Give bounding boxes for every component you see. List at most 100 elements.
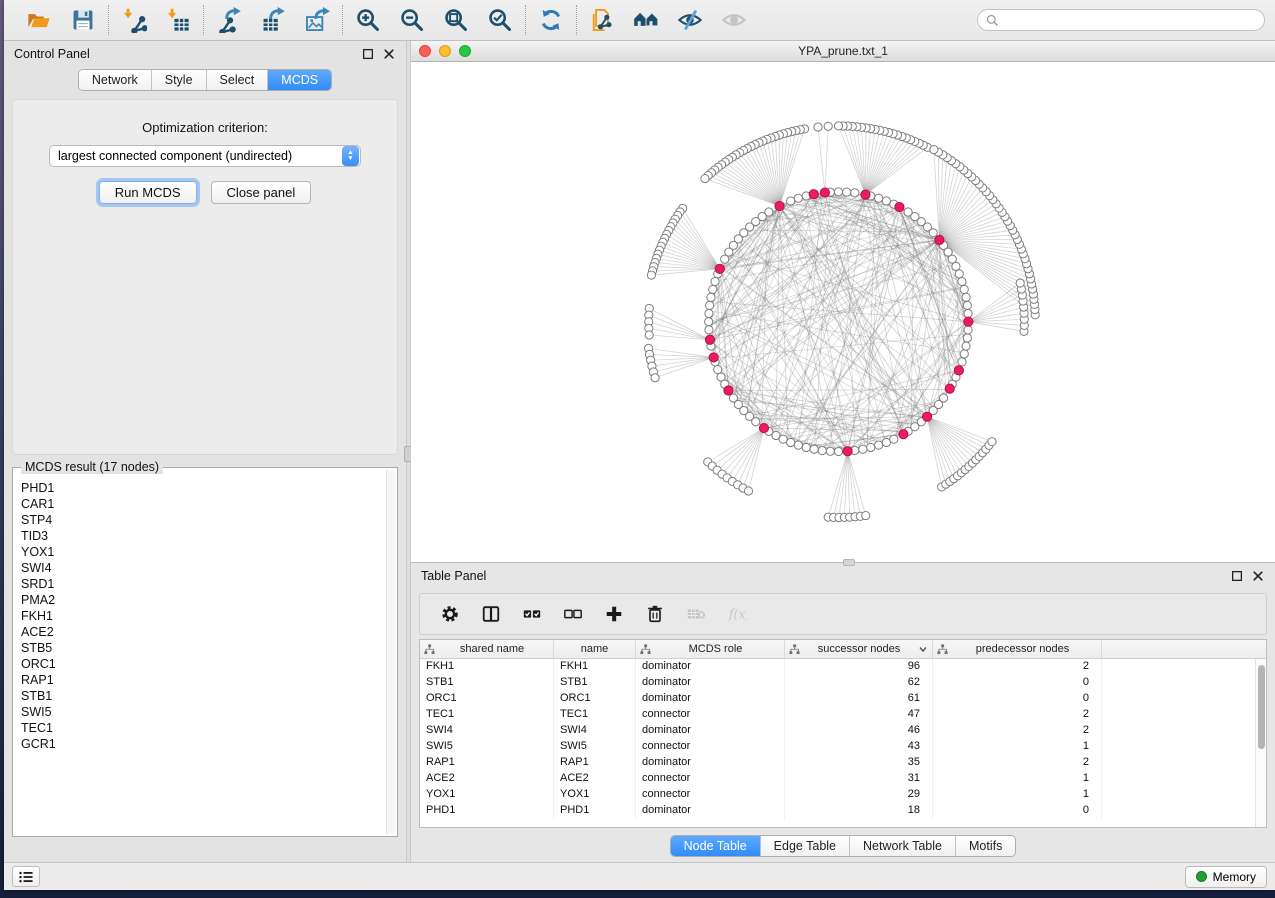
table-cell: FKH1 [554,659,636,675]
export-table-icon[interactable] [258,5,288,35]
mcds-result-item[interactable]: ACE2 [21,624,385,640]
table-cell: 18 [785,803,933,819]
select-all-icon[interactable] [520,602,544,626]
table-row[interactable]: PHD1PHD1dominator180 [420,803,1266,819]
export-network-icon[interactable] [214,5,244,35]
run-mcds-button[interactable]: Run MCDS [99,181,197,204]
mcds-result-item[interactable]: STB5 [21,640,385,656]
table-panel-title: Table Panel [421,569,486,583]
zoom-in-icon[interactable] [353,5,383,35]
window-close-icon[interactable] [419,45,431,57]
table-scrollbar[interactable] [1255,659,1266,827]
tab-network-table[interactable]: Network Table [850,836,956,856]
horizontal-splitter-grip[interactable] [843,559,855,566]
mcds-result-item[interactable]: RAP1 [21,672,385,688]
table-cell: 61 [785,691,933,707]
mcds-result-item[interactable]: PHD1 [21,480,385,496]
table-row[interactable]: SWI4SWI4dominator462 [420,723,1266,739]
mcds-result-item[interactable]: STP4 [21,512,385,528]
table-cell: YOX1 [420,787,554,803]
delete-column-icon[interactable] [643,602,667,626]
import-table-icon[interactable] [163,5,193,35]
table-row[interactable]: YOX1YOX1connector291 [420,787,1266,803]
close-panel-icon[interactable] [383,48,396,61]
table-row[interactable]: RAP1RAP1dominator352 [420,755,1266,771]
column-header-MCDS-role[interactable]: MCDS role [636,640,785,658]
window-minimize-icon[interactable] [439,45,451,57]
settings-icon[interactable] [438,602,462,626]
tab-edge-table[interactable]: Edge Table [761,836,850,856]
add-column-icon[interactable] [602,602,626,626]
mcds-result-item[interactable]: PMA2 [21,592,385,608]
tab-style[interactable]: Style [152,70,207,90]
column-header-successor-nodes[interactable]: successor nodes [785,640,933,658]
table-cell: dominator [636,675,785,691]
table-row[interactable]: ACE2ACE2connector311 [420,771,1266,787]
zoom-out-icon[interactable] [397,5,427,35]
table-cell: 1 [933,771,1102,787]
column-header-shared-name[interactable]: shared name [420,640,554,658]
table-row[interactable]: FKH1FKH1dominator962 [420,659,1266,675]
refresh-icon[interactable] [536,5,566,35]
mcds-result-item[interactable]: SRD1 [21,576,385,592]
network-graph[interactable] [411,62,1275,561]
zoom-fit-icon[interactable] [441,5,471,35]
tab-mcds[interactable]: MCDS [268,70,331,90]
table-cell: RAP1 [554,755,636,771]
network-canvas[interactable] [411,62,1275,562]
column-header-predecessor-nodes[interactable]: predecessor nodes [933,640,1102,658]
close-panel-icon[interactable] [1252,570,1265,583]
hide-selected-icon[interactable] [675,5,705,35]
export-image-icon[interactable] [302,5,332,35]
tab-network[interactable]: Network [79,70,152,90]
save-session-icon[interactable] [68,5,98,35]
float-panel-icon[interactable] [362,48,375,61]
mcds-result-item[interactable]: SWI4 [21,560,385,576]
node-table: shared namenameMCDS rolesuccessor nodesp… [419,639,1267,828]
memory-button[interactable]: Memory [1185,866,1267,888]
table-cell: 31 [785,771,933,787]
table-cell: 29 [785,787,933,803]
mcds-result-item[interactable]: CAR1 [21,496,385,512]
mcds-result-item[interactable]: SWI5 [21,704,385,720]
mcds-result-item[interactable]: ORC1 [21,656,385,672]
tab-node-table[interactable]: Node Table [671,836,761,856]
window-maximize-icon[interactable] [459,45,471,57]
close-panel-button[interactable]: Close panel [211,181,312,204]
zoom-selected-icon[interactable] [485,5,515,35]
optimization-criterion-select[interactable]: largest connected component (undirected)… [49,145,361,167]
table-scrollbar-thumb[interactable] [1258,665,1265,749]
mcds-result-scrollbar[interactable] [386,470,395,834]
first-neighbors-icon[interactable] [631,5,661,35]
table-row[interactable]: SWI5SWI5connector431 [420,739,1266,755]
table-cell: connector [636,707,785,723]
import-network-icon[interactable] [119,5,149,35]
table-row[interactable]: ORC1ORC1dominator610 [420,691,1266,707]
table-row[interactable]: TEC1TEC1connector472 [420,707,1266,723]
network-from-selection-icon[interactable] [587,5,617,35]
split-panel-icon[interactable] [479,602,503,626]
search-box[interactable] [977,9,1265,31]
mcds-result-item[interactable]: TEC1 [21,720,385,736]
mcds-result-item[interactable]: TID3 [21,528,385,544]
show-panels-menu-button[interactable] [12,866,40,887]
deselect-all-icon[interactable] [561,602,585,626]
tab-select[interactable]: Select [207,70,269,90]
open-file-icon[interactable] [24,5,54,35]
mcds-result-item[interactable]: GCR1 [21,736,385,752]
mcds-result-item[interactable]: FKH1 [21,608,385,624]
float-panel-icon[interactable] [1231,570,1244,583]
table-cell: dominator [636,659,785,675]
network-title: YPA_prune.txt_1 [411,44,1275,58]
function-icon: f(x) [725,602,749,626]
mcds-result-item[interactable]: YOX1 [21,544,385,560]
table-cell: ACE2 [554,771,636,787]
column-header-name[interactable]: name [554,640,636,658]
table-cell: STB1 [554,675,636,691]
table-cell: 46 [785,723,933,739]
mcds-result-item[interactable]: STB1 [21,688,385,704]
table-cell: 2 [933,707,1102,723]
table-row[interactable]: STB1STB1dominator620 [420,675,1266,691]
search-input[interactable] [1004,13,1256,27]
tab-motifs[interactable]: Motifs [956,836,1015,856]
